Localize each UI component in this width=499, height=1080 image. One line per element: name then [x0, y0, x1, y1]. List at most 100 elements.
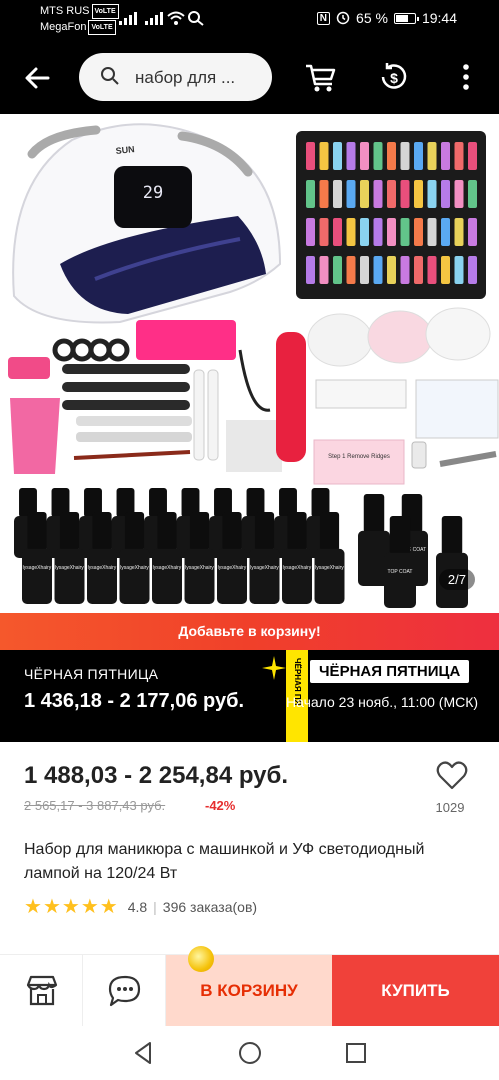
separator: | [153, 899, 157, 915]
star-icon: ★ [99, 896, 118, 918]
glitter-jar [319, 142, 329, 170]
glitter-jar [387, 256, 396, 284]
status-right: N 65 % 19:44 [316, 10, 457, 26]
glitter-jar [360, 218, 369, 246]
glitter-jar [319, 256, 329, 284]
product-title: Набор для маникюра с машинкой и УФ свето… [24, 841, 425, 882]
glitter-jar [306, 256, 315, 284]
wishlist-count: 1029 [435, 800, 465, 815]
search-status-icon [188, 11, 204, 26]
store-button[interactable] [0, 955, 83, 1027]
alarm-icon [336, 11, 350, 25]
image-counter: 2/7 [438, 569, 475, 590]
bf-label: ЧЁРНАЯ ПЯТНИЦА [24, 666, 159, 682]
svg-text:$: $ [390, 70, 398, 86]
glitter-jar [414, 256, 423, 284]
nav-back-icon[interactable] [130, 1039, 158, 1067]
glitter-jar [387, 218, 396, 246]
svg-text:SUN: SUN [115, 144, 135, 156]
glitter-jar [400, 180, 410, 208]
glitter-jar [427, 180, 437, 208]
system-nav-bar [0, 1026, 499, 1080]
bf-start-date: Начало 23 нояб., 11:00 (МСК) [286, 694, 479, 710]
svg-text:lysageXhairy: lysageXhairy [55, 565, 84, 571]
cart-icon[interactable] [302, 58, 340, 96]
bf-badge: ЧЁРНАЯ ПЯТНИЦА [310, 660, 470, 683]
add-to-cart-banner: Добавьте в корзину! [0, 613, 499, 650]
rating-value: 4.8 [127, 899, 148, 915]
price-current: 1 488,03 - 2 254,84 руб. [24, 762, 289, 789]
star-icon: ★ [24, 896, 42, 918]
glitter-jar [427, 256, 437, 284]
glitter-jar [414, 218, 423, 246]
chat-button[interactable] [83, 955, 166, 1027]
lamp-display: 29 [143, 183, 163, 203]
glitter-jar [468, 142, 477, 170]
price-old: 2 565,17 - 3 887,43 руб. [24, 798, 166, 813]
star-icon: ★ [61, 896, 80, 918]
discount-badge: -42% [205, 798, 236, 813]
search-input[interactable]: набор для ... [79, 53, 272, 101]
glitter-jar [360, 180, 369, 208]
svg-text:lysageXhairy: lysageXhairy [88, 565, 117, 571]
glitter-jar [454, 256, 464, 284]
rating-stars: ★ ★ ★ ★ ★ [24, 897, 118, 917]
glitter-jar [319, 218, 329, 246]
nfc-icon: N [316, 11, 331, 25]
glitter-jar [441, 142, 450, 170]
star-icon: ★ [42, 896, 61, 918]
heart-icon[interactable] [436, 760, 468, 792]
store-icon [26, 975, 58, 1006]
search-query: набор для ... [135, 68, 236, 87]
chat-icon [108, 975, 141, 1007]
glitter-jar [333, 142, 342, 170]
glitter-jar [346, 218, 356, 246]
glitter-jar [454, 218, 464, 246]
product-image: 29 SUN Step 1 Remove Ridges lysageXhairy… [8, 123, 499, 608]
glitter-jar [333, 180, 342, 208]
coin-icon[interactable]: $ [375, 58, 413, 96]
signal-icon [145, 12, 163, 25]
back-arrow-icon[interactable] [20, 60, 56, 96]
glitter-jar [319, 180, 329, 208]
glitter-jar [387, 142, 396, 170]
star-icon: ★ [80, 896, 99, 918]
bf-price: 1 436,18 - 2 177,06 руб. [24, 690, 245, 712]
svg-text:lysageXhairy: lysageXhairy [153, 565, 182, 571]
glitter-jar [346, 142, 356, 170]
svg-text:lysageXhairy: lysageXhairy [23, 565, 52, 571]
glitter-jar [373, 142, 383, 170]
orders-count: 396 заказа(ов) [162, 899, 258, 915]
gel-pots [307, 307, 491, 367]
bottom-action-bar: В КОРЗИНУ КУПИТЬ [0, 954, 499, 1027]
glitter-jar [333, 218, 342, 246]
top-app-bar: набор для ... $ [0, 40, 499, 114]
glitter-jar [441, 256, 450, 284]
buy-now-button[interactable]: КУПИТЬ [332, 955, 499, 1027]
volte-badge: VoLTE [91, 4, 119, 19]
glitter-jar [373, 218, 383, 246]
gel-polish-bottles: lysageXhairy lysageXhairy lysageXhairy lysa… [14, 488, 468, 608]
more-icon[interactable] [447, 58, 485, 96]
nav-home-icon[interactable] [236, 1039, 264, 1067]
svg-text:Step 1 Remove Ridges: Step 1 Remove Ridges [328, 454, 390, 460]
glitter-jar [346, 180, 356, 208]
svg-text:lysageXhairy: lysageXhairy [218, 565, 247, 571]
polish-bottle [436, 516, 468, 608]
glitter-jar [468, 180, 477, 208]
glitter-jar [427, 142, 437, 170]
glitter-jar [306, 218, 315, 246]
glitter-jar [373, 180, 383, 208]
nav-recents-icon[interactable] [342, 1039, 370, 1067]
glitter-jar [414, 180, 423, 208]
carrier-2: MegaFon VoLTE [40, 20, 116, 35]
svg-text:lysageXhairy: lysageXhairy [283, 565, 312, 571]
product-image-gallery[interactable]: 29 SUN Step 1 Remove Ridges lysageXhairy… [0, 114, 499, 613]
volte-badge: VoLTE [88, 20, 116, 35]
rating-row[interactable]: ★ ★ ★ ★ ★ 4.8 | 396 заказа(ов) [24, 897, 257, 917]
status-bar: MTS RUS VoLTE MegaFon VoLTE N 65 % 19:44 [0, 0, 499, 40]
glitter-jar [441, 180, 450, 208]
glitter-jar [441, 218, 450, 246]
uv-lamp: 29 SUN [12, 123, 282, 324]
glitter-jar [468, 256, 477, 284]
